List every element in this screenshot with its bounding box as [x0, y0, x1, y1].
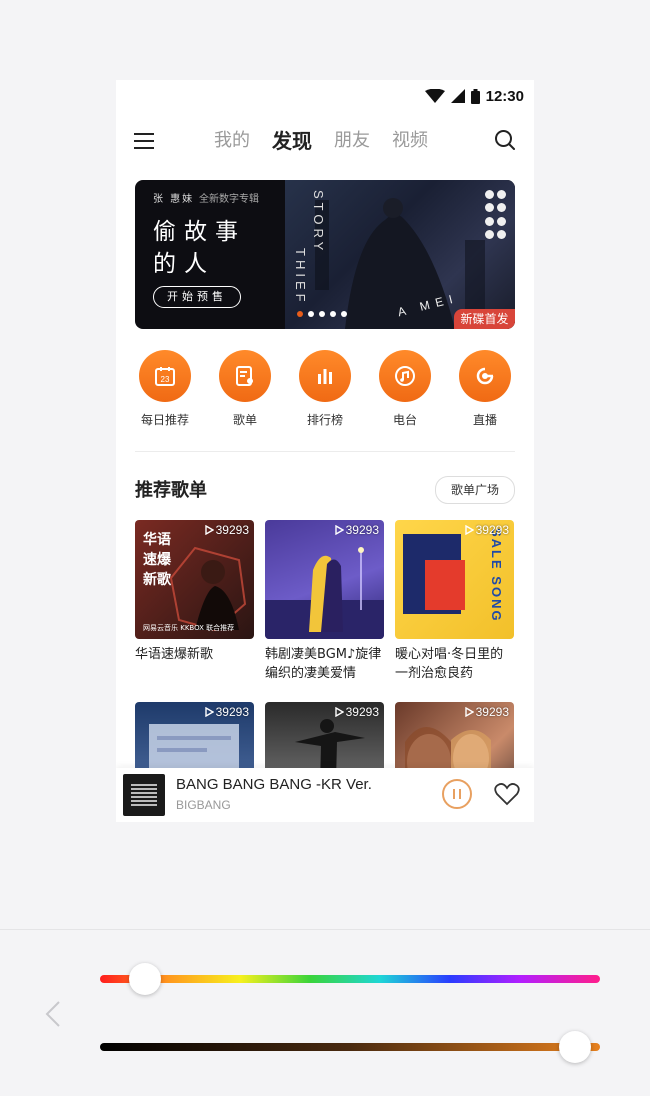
- banner-lights: [485, 190, 509, 240]
- panel-divider: [0, 929, 650, 930]
- tab-mine[interactable]: 我的: [214, 126, 250, 156]
- quick-playlist[interactable]: 歌单: [210, 350, 280, 428]
- menu-icon[interactable]: [134, 130, 156, 152]
- cover-logo: 网易云音乐 KKBOX 联合推荐: [143, 624, 235, 632]
- main-tabs: 我的 发现 朋友 视频: [214, 126, 428, 156]
- quick-actions: 23 每日推荐 歌单 排行榜 电台 直播: [116, 350, 534, 436]
- section-divider: [135, 451, 515, 452]
- play-icon: [204, 707, 214, 717]
- calendar-icon: 23: [154, 365, 176, 387]
- quick-live[interactable]: 直播: [450, 350, 520, 428]
- quick-label: 直播: [472, 413, 497, 427]
- playlist-card[interactable]: 华语 速爆 新歌 网易云音乐 KKBOX 联合推荐 39293 华语速爆新歌: [135, 520, 254, 664]
- play-count: 39293: [204, 523, 249, 537]
- now-playing-title: BANG BANG BANG -KR Ver.: [176, 776, 372, 793]
- quick-label: 电台: [392, 413, 417, 427]
- play-icon: [204, 525, 214, 535]
- play-count-value: 39293: [475, 705, 509, 719]
- play-count: 39293: [334, 705, 379, 719]
- tab-discover[interactable]: 发现: [272, 126, 312, 156]
- search-icon[interactable]: [494, 129, 516, 151]
- tone-slider[interactable]: [100, 1031, 600, 1063]
- banner-dot[interactable]: [330, 311, 336, 317]
- banner-artist: 张 惠妹: [153, 194, 195, 205]
- play-count-value: 39293: [345, 705, 379, 719]
- chart-icon: [314, 365, 336, 387]
- play-icon: [334, 707, 344, 717]
- promo-banner[interactable]: 张 惠妹 全新数字专辑 偷故事 的人 开始预售 STORY THIEF A ME…: [135, 180, 515, 329]
- radio-icon: [394, 365, 416, 387]
- mini-player[interactable]: BANG BANG BANG -KR Ver. BIGBANG: [116, 768, 534, 822]
- banner-subtitle: 全新数字专辑: [199, 194, 259, 205]
- play-count-value: 39293: [475, 523, 509, 537]
- playlist-square-button[interactable]: 歌单广场: [435, 476, 515, 504]
- now-playing-artist: BIGBANG: [176, 798, 231, 812]
- tab-friends[interactable]: 朋友: [334, 126, 370, 156]
- playlist-card[interactable]: 39293 韩剧凄美BGM♪旋律编织的凄美爱情: [265, 520, 384, 683]
- banner-vertical-story: STORY: [311, 190, 326, 255]
- play-count: 39293: [204, 705, 249, 719]
- banner-badge: 新碟首发: [454, 309, 515, 329]
- play-count-value: 39293: [215, 705, 249, 719]
- play-count-value: 39293: [345, 523, 379, 537]
- play-count-value: 39293: [215, 523, 249, 537]
- banner-vertical-thief: THIEF: [293, 248, 308, 306]
- playlist-cover: SALE SONG 39293: [395, 520, 514, 639]
- play-icon: [464, 525, 474, 535]
- phone-screen: 12:30 我的 发现 朋友 视频 张 惠妹 全新数字专辑 偷故事 的人 开始预…: [116, 80, 534, 822]
- quick-label: 排行榜: [306, 413, 343, 427]
- section-title: 推荐歌单: [135, 480, 207, 501]
- play-count: 39293: [464, 705, 509, 719]
- wifi-icon: [424, 89, 445, 103]
- quick-daily[interactable]: 23 每日推荐: [130, 350, 200, 428]
- quick-label: 每日推荐: [140, 413, 189, 427]
- quick-charts[interactable]: 排行榜: [290, 350, 360, 428]
- playlist-cover: 华语 速爆 新歌 网易云音乐 KKBOX 联合推荐 39293: [135, 520, 254, 639]
- top-nav: 我的 发现 朋友 视频: [116, 124, 534, 160]
- hue-slider-handle[interactable]: [129, 963, 161, 995]
- live-icon: [474, 365, 496, 387]
- pause-button[interactable]: [442, 779, 472, 809]
- play-icon: [464, 707, 474, 717]
- playlist-title: 韩剧凄美BGM♪旋律编织的凄美爱情: [265, 647, 382, 681]
- presale-button[interactable]: 开始预售: [153, 286, 241, 308]
- status-time: 12:30: [485, 87, 524, 105]
- cover-text: SALE SONG: [489, 528, 504, 623]
- banner-dot[interactable]: [308, 311, 314, 317]
- pause-icon: [453, 789, 455, 799]
- calendar-day: 23: [161, 375, 170, 384]
- quick-label: 歌单: [232, 413, 257, 427]
- playlist-title: 暖心对唱·冬日里的一剂治愈良药: [395, 647, 504, 681]
- playlist-title: 华语速爆新歌: [135, 647, 214, 662]
- play-icon: [334, 525, 344, 535]
- banner-dot[interactable]: [297, 311, 303, 317]
- tab-video[interactable]: 视频: [392, 126, 428, 156]
- heart-icon[interactable]: [494, 781, 520, 807]
- battery-icon: [470, 88, 480, 104]
- hue-slider[interactable]: [100, 963, 600, 995]
- playlist-card[interactable]: SALE SONG 39293 暖心对唱·冬日里的一剂治愈良药: [395, 520, 514, 683]
- banner-dot[interactable]: [341, 311, 347, 317]
- play-count: 39293: [464, 523, 509, 537]
- playlist-cover: 39293: [265, 520, 384, 639]
- banner-dot[interactable]: [319, 311, 325, 317]
- status-bar: 12:30: [424, 86, 524, 106]
- playlist-icon: [234, 365, 256, 387]
- banner-title-line1: 偷故事: [153, 219, 246, 245]
- chevron-left-icon[interactable]: [44, 1000, 62, 1028]
- quick-radio[interactable]: 电台: [370, 350, 440, 428]
- banner-title-line2: 的人: [153, 251, 215, 277]
- signal-icon: [450, 89, 465, 103]
- tone-slider-handle[interactable]: [559, 1031, 591, 1063]
- banner-pagination: [297, 311, 347, 317]
- album-thumbnail: [123, 774, 165, 816]
- play-count: 39293: [334, 523, 379, 537]
